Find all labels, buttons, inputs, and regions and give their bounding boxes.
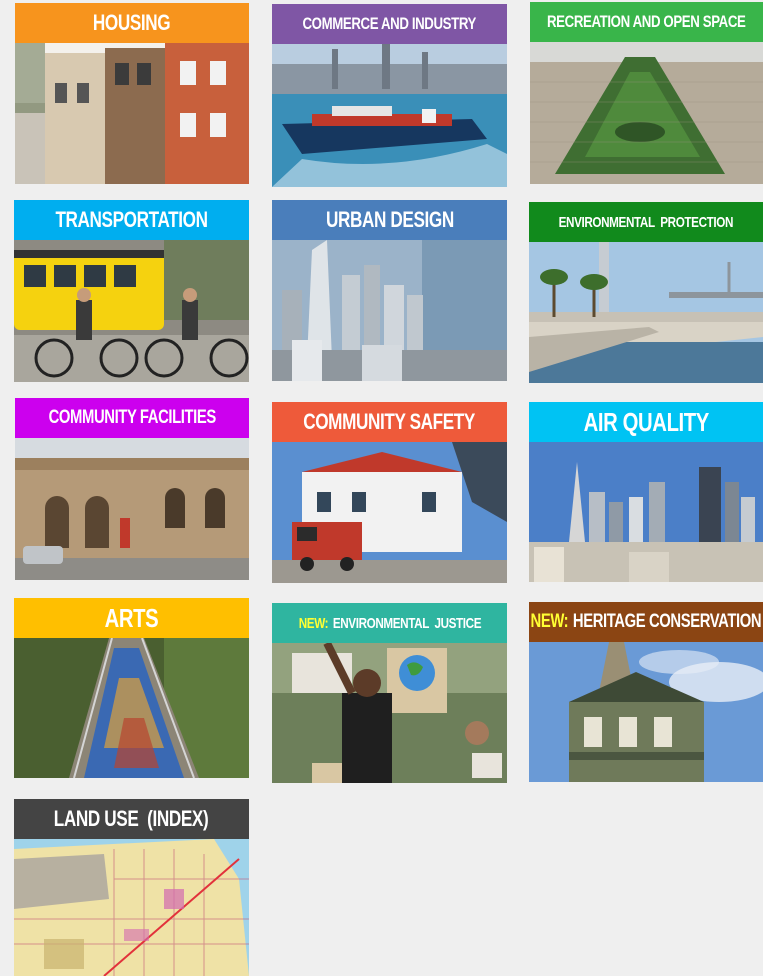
tile-environmental-justice-photo	[272, 643, 507, 783]
tile-land-use-map	[14, 839, 249, 976]
tile-urban-design-photo	[272, 240, 507, 381]
tile-community-facilities[interactable]: COMMUNITY FACILITIES	[15, 398, 249, 580]
tile-urban-design[interactable]: URBAN DESIGN	[272, 200, 507, 381]
tile-heritage-conservation-header: NEW: HERITAGE CONSERVATION	[529, 602, 763, 642]
tile-community-safety-header: COMMUNITY SAFETY	[272, 402, 507, 442]
tile-urban-design-header: URBAN DESIGN	[272, 200, 507, 240]
tile-commerce-header: COMMERCE AND INDUSTRY	[272, 4, 507, 44]
tile-recreation[interactable]: RECREATION AND OPEN SPACE	[530, 2, 763, 184]
tile-land-use-label: LAND USE (INDEX)	[54, 806, 209, 831]
tile-community-safety-photo	[272, 442, 507, 583]
tile-air-quality[interactable]: AIR QUALITY	[529, 402, 763, 582]
tile-arts-label: ARTS	[104, 602, 159, 633]
tile-transportation-header: TRANSPORTATION	[14, 200, 249, 240]
tile-arts-header: ARTS	[14, 598, 249, 638]
tile-environmental-protection[interactable]: ENVIRONMENTAL PROTECTION	[529, 202, 763, 383]
tile-arts[interactable]: ARTS	[14, 598, 249, 778]
tile-housing-header: HOUSING	[15, 3, 249, 43]
tile-transportation-photo	[14, 240, 249, 382]
tile-heritage-conservation-new-badge: NEW:	[530, 611, 569, 632]
tile-transportation-label: TRANSPORTATION	[55, 207, 208, 232]
tile-environmental-justice-header: NEW: ENVIRONMENTAL JUSTICE	[272, 603, 507, 643]
tile-housing-label: HOUSING	[93, 10, 171, 35]
tile-air-quality-photo	[529, 442, 763, 582]
tile-transportation[interactable]: TRANSPORTATION	[14, 200, 249, 382]
tile-recreation-header: RECREATION AND OPEN SPACE	[530, 2, 763, 42]
tile-environmental-protection-header: ENVIRONMENTAL PROTECTION	[529, 202, 763, 242]
tile-heritage-conservation[interactable]: NEW: HERITAGE CONSERVATION	[529, 602, 763, 782]
tile-housing-photo	[15, 43, 249, 184]
tile-environmental-justice[interactable]: NEW: ENVIRONMENTAL JUSTICE	[272, 603, 507, 783]
tile-environmental-justice-new-badge: NEW:	[298, 614, 328, 632]
tile-commerce-label: COMMERCE AND INDUSTRY	[302, 14, 477, 33]
tile-community-facilities-label: COMMUNITY FACILITIES	[48, 407, 216, 428]
tile-community-facilities-header: COMMUNITY FACILITIES	[15, 398, 249, 438]
tile-environmental-protection-photo	[529, 242, 763, 383]
tile-housing[interactable]: HOUSING	[15, 3, 249, 184]
tile-heritage-conservation-label: HERITAGE CONSERVATION	[573, 611, 762, 632]
tile-air-quality-header: AIR QUALITY	[529, 402, 763, 442]
tile-environmental-protection-label: ENVIRONMENTAL PROTECTION	[558, 213, 734, 231]
tile-land-use-header: LAND USE (INDEX)	[14, 799, 249, 839]
tile-commerce[interactable]: COMMERCE AND INDUSTRY	[272, 4, 507, 187]
tile-arts-photo	[14, 638, 249, 778]
tile-heritage-conservation-photo	[529, 642, 763, 782]
tile-community-safety[interactable]: COMMUNITY SAFETY	[272, 402, 507, 583]
tile-urban-design-label: URBAN DESIGN	[325, 207, 454, 232]
tile-environmental-justice-label: ENVIRONMENTAL JUSTICE	[332, 614, 481, 632]
tile-community-safety-label: COMMUNITY SAFETY	[303, 409, 476, 434]
tile-community-facilities-photo	[15, 438, 249, 580]
tile-recreation-label: RECREATION AND OPEN SPACE	[547, 12, 746, 31]
tile-recreation-photo	[530, 42, 763, 184]
tile-land-use[interactable]: LAND USE (INDEX)	[14, 799, 249, 976]
tile-commerce-photo	[272, 44, 507, 187]
tile-air-quality-label: AIR QUALITY	[583, 406, 709, 437]
